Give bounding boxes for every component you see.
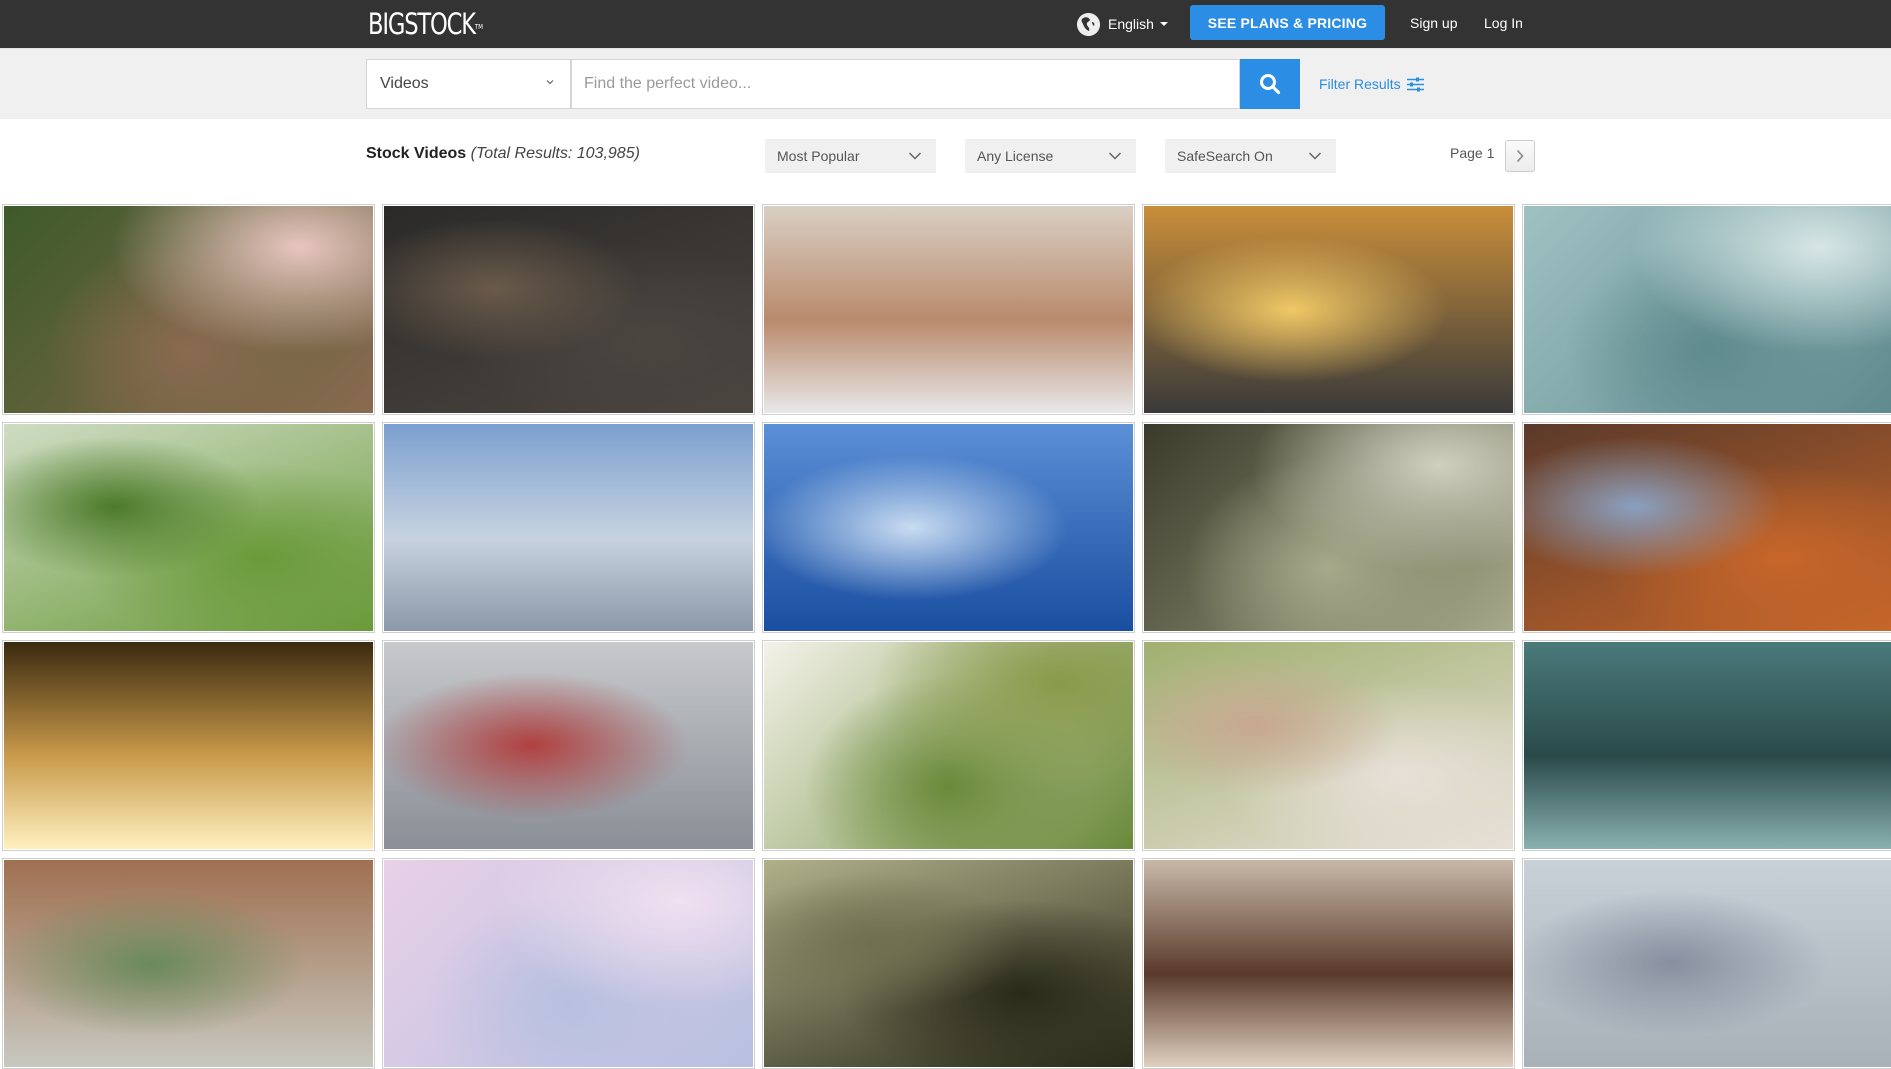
thumbnail-image [4,206,373,413]
video-thumbnail[interactable] [1142,858,1515,1069]
video-thumbnail[interactable] [1142,640,1515,851]
thumbnail-image [1144,860,1513,1067]
video-thumbnail[interactable] [382,640,755,851]
thumbnail-image [384,642,753,849]
thumbnail-image [1144,206,1513,413]
thumbnail-image [1524,424,1891,631]
thumbnail-image [1524,642,1891,849]
safesearch-value: SafeSearch On [1177,148,1273,164]
thumbnail-image [764,424,1133,631]
chevron-right-icon [1516,149,1524,163]
thumbnail-image [764,642,1133,849]
video-thumbnail[interactable] [762,640,1135,851]
video-thumbnail[interactable] [1522,858,1891,1069]
media-type-select[interactable]: Videos [366,59,571,109]
results-title: Stock Videos [366,145,467,162]
video-thumbnail[interactable] [762,422,1135,633]
sort-dropdown[interactable]: Most Popular [765,139,936,173]
thumbnail-image [4,424,373,631]
video-thumbnail[interactable] [762,858,1135,1069]
video-thumbnail[interactable] [382,422,755,633]
media-type-value: Videos [380,75,429,92]
caret-down-icon [1159,22,1168,26]
sort-value: Most Popular [777,148,860,164]
login-link[interactable]: Log In [1484,15,1523,31]
total-results-count: (Total Results: 103,985) [470,145,640,162]
sliders-icon [1406,77,1424,91]
thumbnail-image [1144,424,1513,631]
thumbnail-image [1144,642,1513,849]
thumbnail-image [4,860,373,1067]
page-indicator: Page 1 [1450,145,1495,161]
thumbnail-image [764,860,1133,1067]
top-nav-bar: BIGSTOCKTM English SEE PLANS & PRICING S… [0,0,1891,48]
language-selector[interactable]: English [1077,12,1168,36]
thumbnail-image [384,424,753,631]
video-thumbnail[interactable] [762,204,1135,415]
chevron-down-icon [546,80,554,85]
chevron-down-icon [1108,152,1122,160]
video-thumbnail[interactable] [1142,422,1515,633]
filter-results-link[interactable]: Filter Results [1319,76,1424,92]
thumbnail-image [4,642,373,849]
thumbnail-image [384,860,753,1067]
safesearch-dropdown[interactable]: SafeSearch On [1165,139,1336,173]
video-thumbnail[interactable] [2,204,375,415]
search-icon [1260,74,1281,95]
globe-icon [1077,12,1100,36]
thumbnail-image [764,206,1133,413]
video-thumbnail[interactable] [2,858,375,1069]
bigstock-logo[interactable]: BIGSTOCKTM [368,7,483,41]
video-thumbnail[interactable] [382,204,755,415]
video-thumbnail[interactable] [1522,204,1891,415]
license-dropdown[interactable]: Any License [965,139,1136,173]
thumbnail-image [1524,860,1891,1067]
next-page-button[interactable] [1505,140,1535,172]
video-thumbnail[interactable] [1142,204,1515,415]
logo-trademark: TM [474,23,484,31]
video-thumbnail[interactable] [1522,640,1891,851]
video-thumbnail[interactable] [382,858,755,1069]
see-plans-pricing-button[interactable]: SEE PLANS & PRICING [1190,5,1385,40]
license-value: Any License [977,148,1054,164]
language-label: English [1108,16,1154,32]
video-thumbnail[interactable] [1522,422,1891,633]
video-thumbnail[interactable] [2,640,375,851]
search-input[interactable] [571,59,1240,109]
video-thumbnail[interactable] [2,422,375,633]
signup-link[interactable]: Sign up [1410,15,1457,31]
thumbnail-image [1524,206,1891,413]
chevron-down-icon [1308,152,1322,160]
thumbnail-image [384,206,753,413]
search-bar-area: Videos Filter Results [0,48,1891,119]
logo-text: BIGSTOCK [368,7,476,41]
results-heading: Stock Videos (Total Results: 103,985) [366,145,640,163]
chevron-down-icon [908,152,922,160]
filter-results-label: Filter Results [1319,76,1401,92]
search-button[interactable] [1240,59,1300,109]
